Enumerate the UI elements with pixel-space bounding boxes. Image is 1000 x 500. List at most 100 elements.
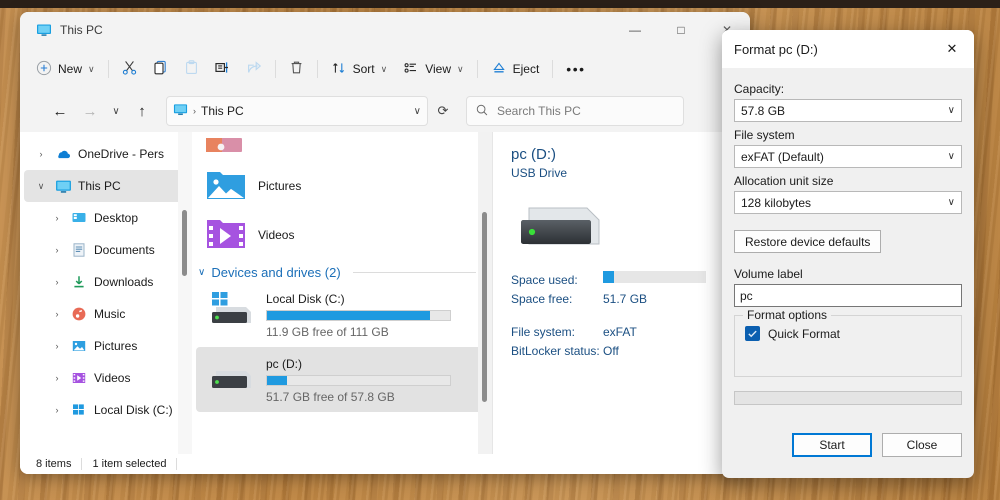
recent-locations-button[interactable]: ∨ [106,97,126,125]
sidebar-item-this-pc[interactable]: ∨ This PC [24,170,188,202]
window-title: This PC [60,23,103,37]
forward-button: → [82,102,98,120]
chevron-right-icon-pictures[interactable]: › [50,341,64,351]
monitor-icon-sidebar [54,177,72,195]
sort-arrows-icon [331,60,347,79]
music-icon-content [206,138,242,155]
up-button[interactable]: ↑ [128,97,156,125]
sidebar-item-onedrive[interactable]: › OneDrive - Pers [20,138,192,170]
eject-icon [491,60,507,79]
pictures-icon [70,337,88,355]
chevron-right-icon-documents[interactable]: › [50,245,64,255]
details-bitlocker-label: BitLocker status: [511,344,600,358]
sidebar-label-local-disk-c: Local Disk (C:) [94,403,173,417]
chevron-down-icon-group[interactable]: ∨ [198,267,205,278]
chevron-right-icon-videos[interactable]: › [50,373,64,383]
delete-button[interactable] [281,54,312,84]
details-space-used-bar [603,271,706,283]
group-header-devices-and-drives[interactable]: ∨ Devices and drives (2) [192,259,492,282]
sidebar-scrollbar[interactable] [178,132,192,454]
start-button[interactable]: Start [792,433,872,457]
chevron-down-icon-address[interactable]: ∨ [414,106,421,117]
drive-row-local-disk-c[interactable]: Local Disk (C:) 11.9 GB free of 111 GB [196,282,488,347]
sidebar-item-music[interactable]: › Music [20,298,192,330]
chevron-down-icon-thispc[interactable]: ∨ [34,181,48,192]
dialog-close-icon[interactable]: ✕ [934,32,970,66]
capacity-bar-local-disk-c [266,310,451,321]
chevron-right-icon-music[interactable]: › [50,309,64,319]
drive-meta-local-disk-c: Local Disk (C:) 11.9 GB free of 111 GB [266,290,451,339]
volume-label-input[interactable]: pc [734,284,962,307]
documents-icon [70,241,88,259]
sidebar-scrollbar-thumb[interactable] [182,210,187,276]
details-gap [511,309,734,323]
quick-format-row[interactable]: Quick Format [745,326,951,341]
refresh-button[interactable]: ⟳ [430,97,456,125]
command-bar: New ∨ Sort ∨ View ∨ Eject ••• [20,48,750,90]
window-body: › OneDrive - Pers ∨ This PC › Desktop › … [20,132,750,454]
minimize-button[interactable]: — [612,12,658,48]
drive-meta-pc-d: pc (D:) 51.7 GB free of 57.8 GB [266,355,451,404]
new-button[interactable]: New ∨ [28,54,103,84]
capacity-bar-fill-d [267,376,288,385]
cut-button[interactable] [114,54,145,84]
list-item-videos[interactable]: Videos [192,210,492,259]
sidebar-label-videos: Videos [94,371,131,385]
quick-format-checkbox[interactable] [745,326,760,341]
sidebar-item-documents[interactable]: › Documents [20,234,192,266]
monitor-icon [36,22,52,38]
sidebar-label-documents: Documents [94,243,155,257]
items-view: Pictures Videos ∨ Devices and drives (2)… [192,132,492,454]
sidebar-label-music: Music [94,307,126,321]
capacity-bar-fill-c [267,311,430,320]
usb-drive-icon [210,355,254,404]
content-scrollbar[interactable] [478,132,492,454]
dialog-close-button[interactable]: Close [882,433,962,457]
chevron-right-icon[interactable]: › [34,149,48,159]
file-explorer-window: This PC — □ ✕ New ∨ [20,12,750,474]
list-item-pictures[interactable]: Pictures [192,161,492,210]
status-selection: 1 item selected [92,458,167,470]
eject-button[interactable]: Eject [483,54,548,84]
sidebar-item-local-disk-c[interactable]: › Local Disk (C:) [20,394,192,426]
address-bar[interactable]: › This PC ∨ [166,96,428,126]
sidebar-item-desktop[interactable]: › Desktop [20,202,192,234]
back-button[interactable]: ← [46,97,74,125]
status-separator [81,458,83,470]
details-file-system-row: File system: exFAT [511,323,734,342]
details-file-system-label: File system: [511,325,576,339]
format-progress-bar [734,391,962,405]
drive-row-pc-d[interactable]: pc (D:) 51.7 GB free of 57.8 GB [196,347,488,412]
content-scrollbar-thumb[interactable] [482,212,487,402]
drive-name-local-disk-c: Local Disk (C:) [266,292,345,306]
capacity-label: Capacity: [734,82,785,96]
rename-button[interactable] [207,54,239,84]
file-system-select[interactable]: exFAT (Default) ∨ [734,145,962,168]
sidebar-item-pictures[interactable]: › Pictures [20,330,192,362]
chevron-right-icon-downloads[interactable]: › [50,277,64,287]
search-input[interactable]: Search This PC [497,104,581,118]
chevron-down-icon-capacity: ∨ [947,105,955,116]
capacity-select[interactable]: 57.8 GB ∨ [734,99,962,122]
restore-device-defaults-button[interactable]: Restore device defaults [734,230,882,253]
view-button[interactable]: View ∨ [395,54,471,84]
copy-button[interactable] [145,54,176,84]
search-icon [475,103,489,120]
sidebar-item-videos[interactable]: › Videos [20,362,192,394]
allocation-unit-select[interactable]: 128 kilobytes ∨ [734,191,962,214]
file-system-value: exFAT (Default) [741,149,824,164]
maximize-button[interactable]: □ [658,12,704,48]
breadcrumb-this-pc[interactable]: This PC [201,104,244,118]
list-item-music-partial[interactable] [192,132,492,161]
details-space-used-fill [603,271,615,283]
eject-button-label: Eject [512,62,540,76]
windows-drive-icon [210,290,254,339]
copy-icon [152,59,169,79]
group-header-rule [352,272,476,273]
sidebar-item-downloads[interactable]: › Downloads [20,266,192,298]
chevron-right-icon-desktop[interactable]: › [50,213,64,223]
sort-button[interactable]: Sort ∨ [323,54,396,84]
overflow-menu-button[interactable]: ••• [558,61,593,77]
chevron-right-icon-localdisk[interactable]: › [50,405,64,415]
search-box[interactable]: Search This PC [466,96,684,126]
